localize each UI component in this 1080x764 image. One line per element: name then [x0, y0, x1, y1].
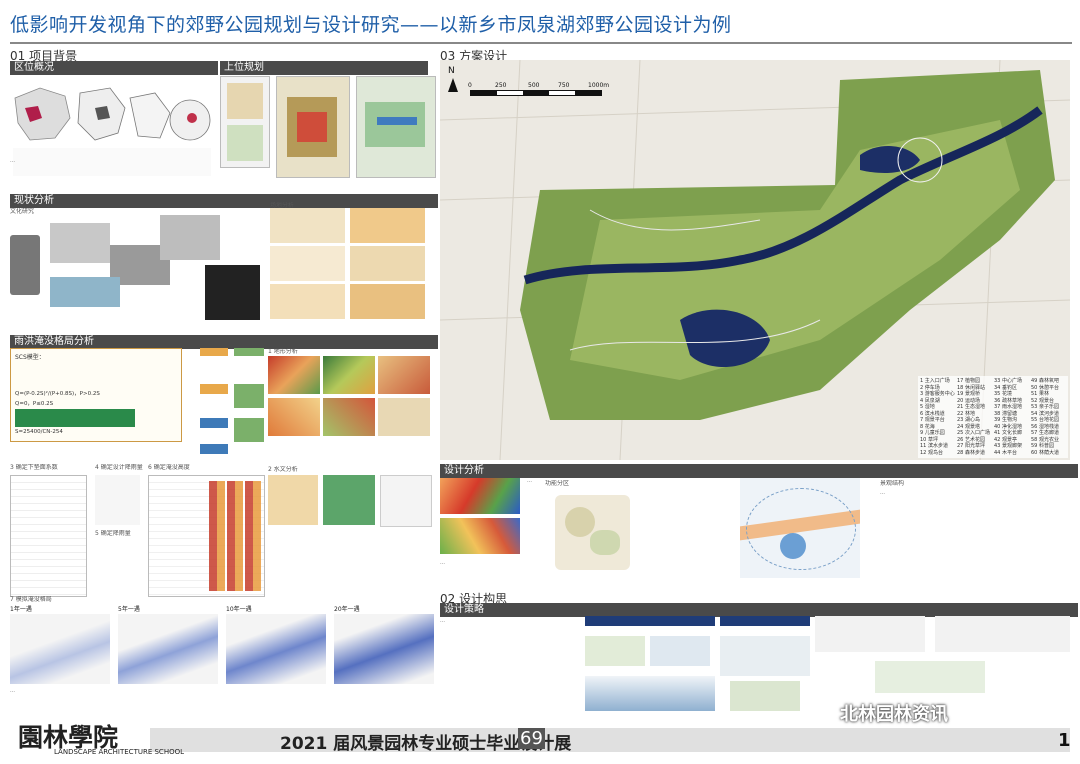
scs-eq2: Q=0，P≤0.2S	[15, 401, 54, 407]
water-maps	[268, 475, 432, 555]
strategy-diagram-1	[585, 616, 715, 716]
elevation-maps	[268, 356, 430, 436]
strategy-text: …	[440, 618, 445, 624]
upper-plan	[220, 76, 436, 184]
scale-tick-3: 750	[558, 82, 570, 89]
structure-text: …	[880, 490, 885, 496]
scale-bar	[470, 90, 602, 96]
culture-collage	[10, 215, 260, 325]
analysis-map-2	[440, 518, 520, 554]
label-sim: 7 模拟淹没格局	[10, 596, 52, 603]
sim-caption: …	[10, 688, 15, 694]
sim-label-3: 10年一遇	[226, 606, 252, 613]
sim-label-2: 5年一遇	[118, 606, 140, 613]
culture-photo-3	[160, 215, 220, 260]
legend-col-3: 33 中心广场 34 垂钓区 35 花境 36 疏林草地 37 雨水湿地 38 滞留塘 3…	[994, 378, 1022, 456]
page-number: 1	[1058, 730, 1071, 751]
table-flood-height	[148, 475, 265, 597]
sim-label-4: 20年一遇	[334, 606, 360, 613]
plan-legend: 1 主入口广场 2 停车场 3 游客服务中心 4 凤泉湖 5 湿地 6 滨水栈道 7 观景…	[918, 376, 1068, 458]
bar-region: 区位概况	[10, 61, 218, 75]
legend-col-1: 1 主入口广场 2 停车场 3 游客服务中心 4 凤泉湖 5 湿地 6 滨水栈道 7 观景…	[920, 378, 955, 456]
label-table2: 4 确定设计降雨量	[95, 464, 143, 471]
region-maps: …	[10, 78, 215, 178]
upper-plan-thumb-3	[356, 76, 436, 178]
upper-plan-thumb-1	[220, 76, 270, 168]
structure-diagram	[740, 478, 860, 578]
strategy-diagram-3	[815, 616, 1070, 696]
scs-eq1: Q=(P-0.2S)²/(P+0.8S)，P>0.2S	[15, 391, 100, 397]
title-rule	[10, 42, 1072, 44]
sim-label-1: 1年一遇	[10, 606, 32, 613]
scale-tick-0: 0	[468, 82, 472, 89]
region-text: …	[10, 158, 15, 164]
func-zone-map	[555, 495, 630, 570]
page-title: 低影响开发视角下的郊野公园规划与设计研究——以新乡市凤泉湖郊野公园设计为例	[10, 14, 732, 36]
flood-simulation: 1年一遇 5年一遇 10年一遇 20年一遇	[10, 604, 434, 686]
scale-tick-2: 500	[528, 82, 540, 89]
flood-flowchart	[190, 346, 270, 456]
legend-col-2: 17 植物园 18 休闲驿站 19 景观桥 20 运动场 21 生态湿地 22 林地 23…	[957, 378, 990, 456]
scale-tick-1: 250	[495, 82, 507, 89]
master-plan: N 0 250 500 750 1000m 1 主入口广场 2 停车场 3 游客服务…	[440, 60, 1070, 460]
scs-eq3: S=25400/CN-254	[15, 429, 63, 435]
strategy-diagram-2	[720, 616, 810, 716]
label-culture: 文化研究	[10, 208, 35, 215]
label-table1: 3 确定下垫面系数	[10, 464, 58, 471]
scs-label: SCS模型：	[15, 354, 45, 361]
bar-status: 现状分析	[10, 194, 438, 208]
north-label: N	[448, 66, 455, 76]
watermark: 北林园林资讯	[840, 704, 948, 725]
label-structure: 景观结构	[880, 480, 905, 487]
scs-formula-box: SCS模型： Q=(P-0.2S)²/(P+0.8S)，P>0.2S Q=0，P…	[10, 348, 182, 442]
artifact-image	[10, 235, 40, 295]
label-elevation: 1 地形分析	[268, 348, 298, 355]
exhibition-number: 69	[518, 728, 545, 749]
culture-photo-4	[205, 265, 260, 320]
table-surface	[10, 475, 87, 597]
scs-highlight	[15, 409, 135, 427]
culture-photo-1	[50, 223, 110, 263]
bar-upper-plan: 上位规划	[220, 61, 428, 75]
scale-tick-4: 1000m	[588, 82, 610, 89]
upper-plan-thumb-2	[276, 76, 350, 178]
school-logo-sub: LANDSCAPE ARCHITECTURE SCHOOL	[54, 748, 184, 756]
bar-design-analysis: 设计分析	[440, 464, 1078, 478]
culture-photo-5	[50, 277, 120, 307]
analysis-map-1	[440, 478, 520, 514]
site-analysis-maps	[270, 208, 430, 320]
label-func: 功能分区	[545, 480, 570, 487]
label-table3: 5 确定降雨量	[95, 530, 131, 537]
north-arrow-icon	[448, 78, 458, 92]
label-table4: 6 确定淹没高度	[148, 464, 190, 471]
bar-design-strategy: 设计策略	[440, 603, 1078, 617]
analysis-text: …	[440, 560, 445, 566]
label-water: 2 水文分析	[268, 466, 298, 473]
table-rain	[95, 475, 140, 525]
legend-col-4: 49 森林氧吧 50 休憩平台 51 果林 52 观景台 53 亲子乐园 54 滨河步道…	[1031, 378, 1059, 456]
